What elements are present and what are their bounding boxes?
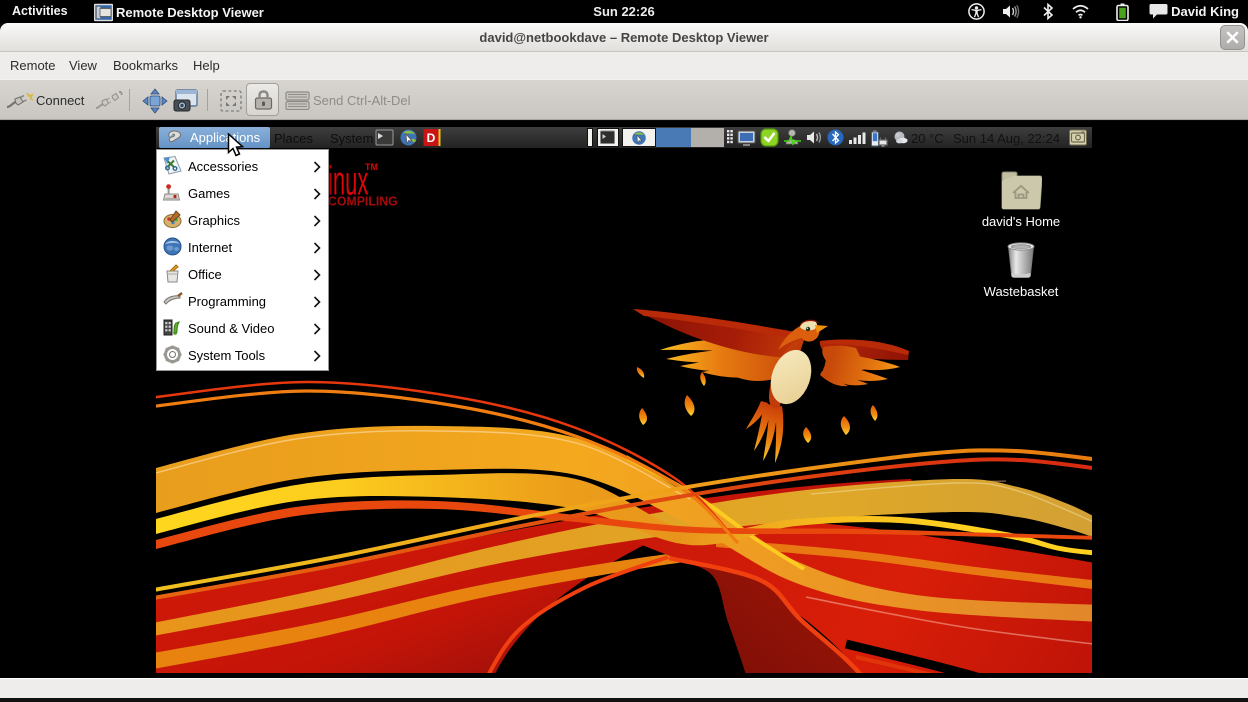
svg-text:D: D — [427, 131, 436, 145]
